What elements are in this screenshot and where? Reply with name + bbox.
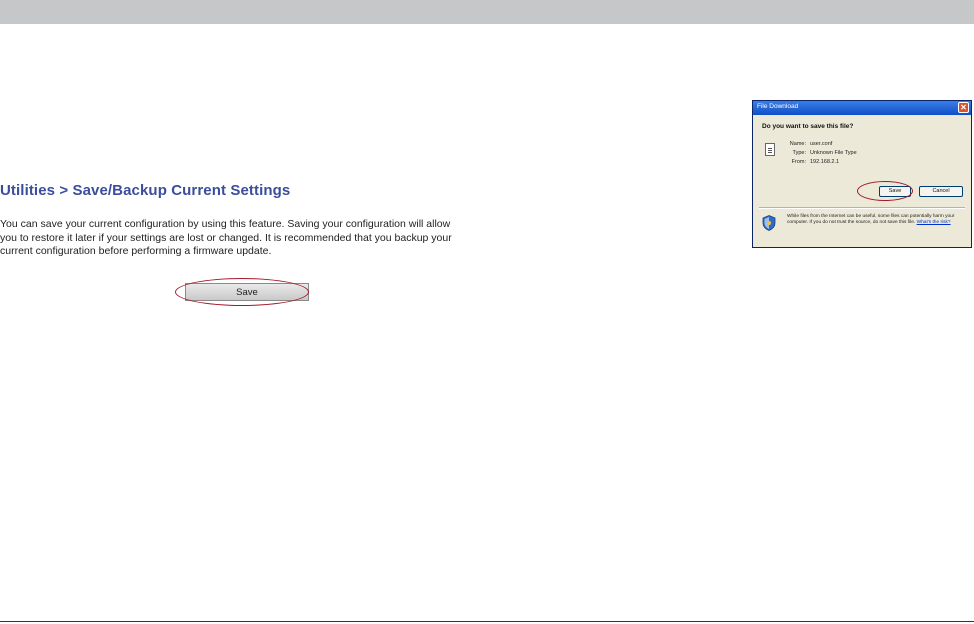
file-name-row: Name: user.conf: [789, 141, 833, 147]
router-settings-panel: Utilities > Save/Backup Current Settings…: [0, 178, 472, 314]
file-download-dialog: File Download ✕ Do you want to save this…: [752, 100, 972, 248]
dialog-cancel-button[interactable]: Cancel: [919, 186, 963, 197]
save-button[interactable]: Save: [185, 283, 309, 301]
dialog-title: File Download: [757, 103, 799, 110]
dialog-save-button[interactable]: Save: [879, 186, 911, 197]
dialog-save-highlight-area: Save: [857, 181, 913, 201]
file-type-value: Unknown File Type: [810, 150, 857, 156]
whats-the-risk-link[interactable]: What's the risk?: [917, 220, 951, 225]
top-header-bar: [0, 0, 974, 24]
file-type-label: Type:: [792, 150, 806, 156]
file-from-label: From:: [791, 159, 806, 165]
bottom-divider: [0, 621, 974, 622]
file-from-row: From: 192.168.2.1: [789, 159, 839, 165]
dialog-titlebar[interactable]: File Download ✕: [753, 101, 971, 115]
close-icon[interactable]: ✕: [958, 102, 969, 113]
file-name-value: user.conf: [810, 141, 833, 147]
dialog-divider: [759, 207, 965, 208]
file-icon: [765, 143, 775, 156]
warning-text: While files from the Internet can be use…: [787, 214, 965, 227]
shield-icon: [762, 215, 776, 231]
page-description: You can save your current configuration …: [0, 218, 452, 257]
save-button-highlight-area: Save: [175, 278, 311, 306]
dialog-question: Do you want to save this file?: [762, 123, 854, 130]
file-type-row: Type: Unknown File Type: [789, 150, 857, 156]
page-title: Utilities > Save/Backup Current Settings: [0, 182, 291, 199]
file-from-value: 192.168.2.1: [810, 159, 840, 165]
file-name-label: Name:: [789, 141, 806, 147]
